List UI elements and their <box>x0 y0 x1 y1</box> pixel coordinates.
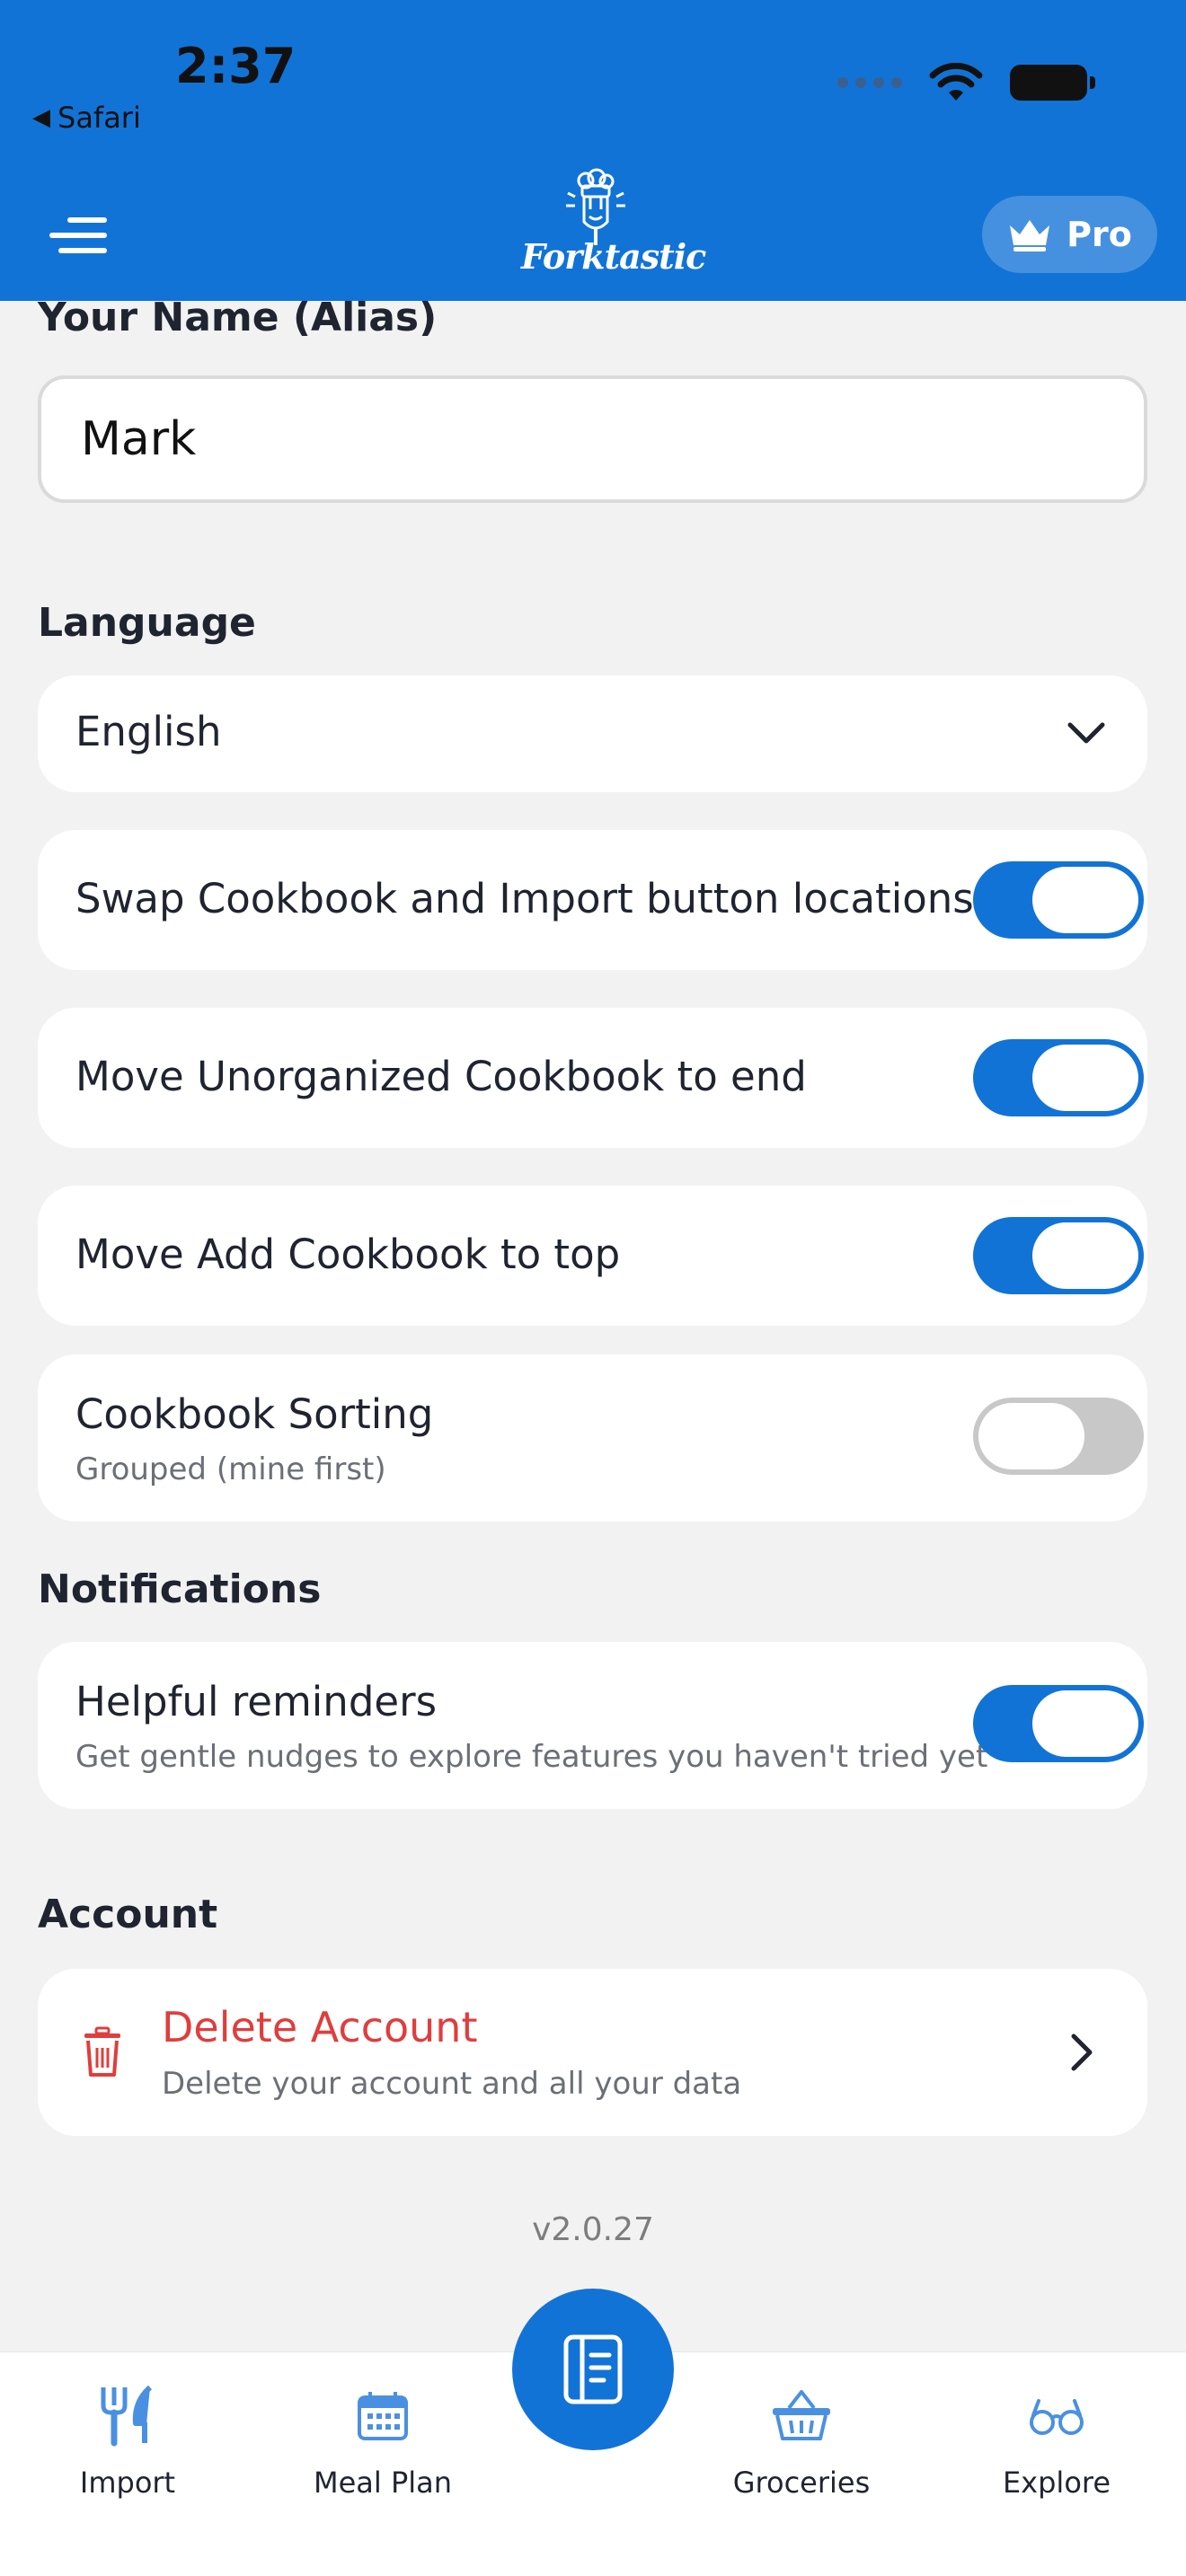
logo-text: Forktastic <box>521 236 706 277</box>
menu-icon <box>67 217 107 223</box>
pro-button[interactable]: Pro <box>982 196 1157 273</box>
nav-import-label: Import <box>79 2466 176 2500</box>
back-label: Safari <box>58 101 141 135</box>
back-triangle-icon: ◀ <box>32 104 50 131</box>
delete-account-title: Delete Account <box>162 2003 478 2051</box>
nav-meal-plan[interactable]: Meal Plan <box>293 2370 473 2500</box>
chevron-down-icon <box>1067 722 1105 744</box>
nav-groceries[interactable]: Groceries <box>712 2370 891 2500</box>
pro-label: Pro <box>1067 215 1132 254</box>
glasses-icon <box>1030 2399 1084 2435</box>
helpful-reminders-toggle[interactable] <box>973 1685 1144 1762</box>
cellular-icon <box>837 77 902 88</box>
cookbook-sorting-toggle[interactable] <box>973 1398 1144 1475</box>
nav-meal-plan-label: Meal Plan <box>313 2466 453 2500</box>
language-value: English <box>75 708 222 755</box>
status-time: 2:37 <box>175 38 296 94</box>
menu-button[interactable] <box>49 217 107 253</box>
nav-import[interactable]: Import <box>38 2370 217 2500</box>
battery-icon <box>1010 65 1095 101</box>
name-input[interactable]: Mark <box>38 375 1147 503</box>
delete-account-subtitle: Delete your account and all your data <box>162 2066 742 2102</box>
setting-title: Move Unorganized Cookbook to end <box>75 1053 807 1100</box>
app-version: v2.0.27 <box>532 2211 654 2248</box>
trash-icon <box>84 2026 120 2077</box>
chevron-right-icon <box>1071 2033 1093 2071</box>
status-icons <box>837 63 1095 102</box>
swap-buttons-toggle[interactable] <box>973 861 1144 939</box>
nav-explore[interactable]: Explore <box>967 2370 1146 2500</box>
language-label: Language <box>38 600 256 646</box>
delete-account-row[interactable]: Delete Account Delete your account and a… <box>38 1969 1147 2136</box>
cookbook-center-button[interactable] <box>512 2289 674 2450</box>
setting-cookbook-sorting: Cookbook Sorting Grouped (mine first) <box>38 1354 1147 1522</box>
name-label: Your Name (Alias) <box>38 295 438 340</box>
basket-icon <box>773 2390 830 2440</box>
back-to-safari[interactable]: ◀ Safari <box>32 101 141 135</box>
move-add-cookbook-toggle[interactable] <box>973 1217 1144 1294</box>
calendar-icon <box>358 2392 408 2440</box>
setting-helpful-reminders: Helpful reminders Get gentle nudges to e… <box>38 1642 1147 1809</box>
crown-icon <box>1010 220 1050 251</box>
notifications-label: Notifications <box>38 1566 322 1612</box>
nav-explore-label: Explore <box>1002 2466 1111 2500</box>
chef-fork-icon <box>566 168 625 245</box>
move-unorganized-toggle[interactable] <box>973 1039 1144 1116</box>
setting-subtitle: Get gentle nudges to explore features yo… <box>75 1739 988 1775</box>
app-root: 2:37 ◀ Safari Forktastic Pro Your Name (… <box>0 0 1186 2576</box>
account-label: Account <box>38 1892 218 1937</box>
setting-title: Move Add Cookbook to top <box>75 1231 621 1278</box>
setting-title: Swap Cookbook and Import button location… <box>75 875 974 922</box>
cookbook-icon <box>563 2334 623 2404</box>
fork-knife-icon <box>101 2385 153 2447</box>
setting-move-unorganized: Move Unorganized Cookbook to end <box>38 1008 1147 1148</box>
setting-title: Helpful reminders <box>75 1678 438 1725</box>
setting-swap-buttons: Swap Cookbook and Import button location… <box>38 830 1147 970</box>
wifi-icon <box>929 63 983 101</box>
setting-move-add-cookbook: Move Add Cookbook to top <box>38 1186 1147 1326</box>
setting-title: Cookbook Sorting <box>75 1390 434 1438</box>
language-select[interactable]: English <box>38 675 1147 792</box>
app-logo: Forktastic <box>521 166 706 292</box>
setting-subtitle: Grouped (mine first) <box>75 1451 386 1487</box>
nav-groceries-label: Groceries <box>732 2466 871 2500</box>
app-header: 2:37 ◀ Safari Forktastic Pro <box>0 0 1186 301</box>
